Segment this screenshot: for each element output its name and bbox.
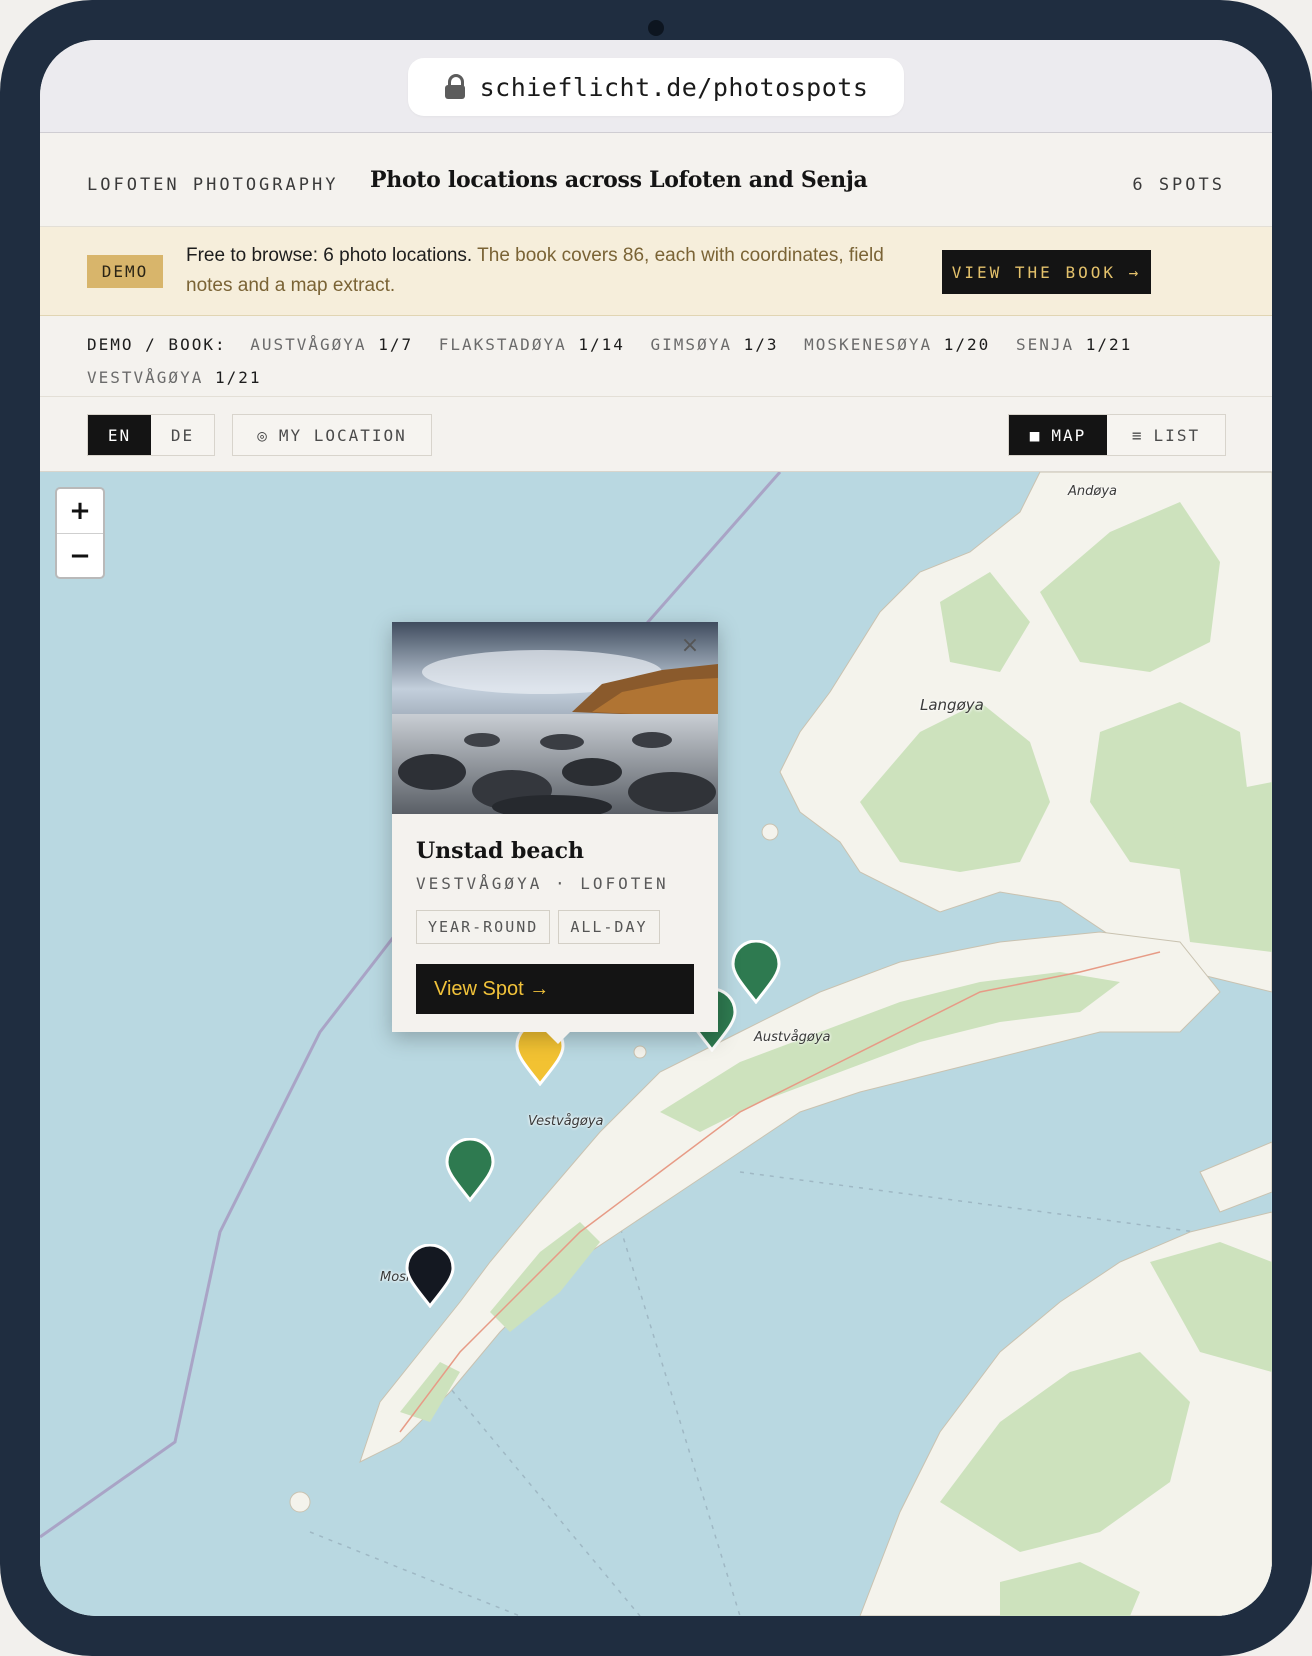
region-name: FLAKSTADØYA: [438, 335, 567, 354]
tablet-frame: schieflicht.de/photospots LOFOTEN PHOTOG…: [0, 0, 1312, 1656]
region-count: FLAKSTADØYA 1/14: [439, 335, 625, 354]
region-name: SENJA: [1015, 335, 1075, 354]
spots-count: 6 SPOTS: [1132, 175, 1225, 195]
demo-badge: DEMO: [87, 255, 163, 288]
list-view-button[interactable]: ≡ LIST: [1107, 415, 1225, 455]
close-icon[interactable]: ×: [678, 634, 702, 658]
region-name: GIMSØYA: [650, 335, 732, 354]
brand-name[interactable]: LOFOTEN PHOTOGRAPHY: [87, 175, 338, 195]
counts-prefix: DEMO / BOOK:: [87, 335, 227, 354]
banner-text: Free to browse: 6 photo locations. The b…: [186, 241, 931, 301]
url-text: schieflicht.de/photospots: [479, 72, 869, 102]
spot-region: VESTVÅGØYA · LOFOTEN: [416, 874, 669, 893]
toolbar: EN DE ◎ MY LOCATION ■ MAP ≡ LIST: [40, 397, 1272, 472]
lock-icon: [444, 74, 466, 100]
popup-pointer: [544, 1030, 572, 1044]
label-andoya: Andøya: [1068, 484, 1117, 499]
page-title: Photo locations across Lofoten and Senja: [370, 167, 868, 193]
zoom-out-button[interactable]: −: [57, 533, 103, 577]
map-canvas[interactable]: Andøya Langøya Austvågøya Vestvågøya Mos…: [40, 472, 1272, 1616]
screen: schieflicht.de/photospots LOFOTEN PHOTOG…: [40, 40, 1272, 1616]
map-view-label: MAP: [1051, 425, 1087, 445]
address-bar[interactable]: schieflicht.de/photospots: [408, 58, 904, 116]
region-count-value: 1/20: [943, 335, 991, 354]
region-name: MOSKENESØYA: [804, 335, 933, 354]
map-view-icon: ■: [1029, 425, 1042, 445]
region-count-value: 1/21: [1085, 335, 1133, 354]
region-name: VESTVÅGØYA: [87, 368, 204, 387]
tag-season: YEAR-ROUND: [416, 910, 551, 944]
region-count-value: 1/14: [578, 335, 625, 354]
label-vestvagoya: Vestvågøya: [528, 1114, 604, 1129]
spot-photo: [392, 622, 718, 814]
language-switcher: EN DE: [87, 414, 215, 456]
spot-tags: YEAR-ROUND ALL-DAY: [416, 910, 660, 944]
map-marker[interactable]: [444, 1138, 496, 1202]
lang-de-button[interactable]: DE: [151, 415, 214, 455]
site-header: LOFOTEN PHOTOGRAPHY Photo locations acro…: [40, 133, 1272, 227]
spot-popup: × Unstad beach VESTVÅGØYA · LOFOTEN YEAR…: [392, 622, 718, 1044]
map-marker[interactable]: [404, 1244, 456, 1308]
view-switcher: ■ MAP ≡ LIST: [1008, 414, 1226, 456]
region-counts: DEMO / BOOK: AUSTVÅGØYA 1/7 FLAKSTADØYA …: [40, 316, 1272, 397]
region-count-value: 1/3: [743, 335, 779, 354]
tag-time: ALL-DAY: [558, 910, 660, 944]
region-count: VESTVÅGØYA 1/21: [87, 368, 262, 387]
banner-text-strong: Free to browse: 6 photo locations.: [186, 245, 473, 266]
zoom-control: + −: [55, 487, 105, 579]
browser-bar: schieflicht.de/photospots: [40, 40, 1272, 133]
demo-banner: DEMO Free to browse: 6 photo locations. …: [40, 227, 1272, 316]
map-view-button[interactable]: ■ MAP: [1009, 415, 1107, 455]
list-view-icon: ≡: [1131, 425, 1144, 445]
my-location-label: MY LOCATION: [278, 425, 407, 445]
region-count: SENJA 1/21: [1016, 335, 1132, 354]
region-count: AUSTVÅGØYA 1/7: [250, 335, 413, 354]
lang-en-button[interactable]: EN: [88, 415, 151, 455]
label-austvagoya: Austvågøya: [754, 1030, 831, 1045]
list-view-label: LIST: [1153, 425, 1201, 445]
region-count: GIMSØYA 1/3: [651, 335, 779, 354]
view-spot-button[interactable]: View Spot →: [416, 964, 694, 1014]
region-count-value: 1/21: [214, 368, 262, 387]
region-count-value: 1/7: [378, 335, 414, 354]
front-camera: [648, 20, 664, 36]
zoom-in-button[interactable]: +: [57, 489, 103, 533]
region-count: MOSKENESØYA 1/20: [804, 335, 990, 354]
label-langoya: Langøya: [920, 696, 984, 714]
my-location-button[interactable]: ◎ MY LOCATION: [232, 414, 432, 456]
location-icon: ◎: [257, 425, 269, 445]
region-name: AUSTVÅGØYA: [250, 335, 367, 354]
view-book-button[interactable]: VIEW THE BOOK →: [942, 250, 1151, 294]
spot-title: Unstad beach: [416, 838, 585, 864]
